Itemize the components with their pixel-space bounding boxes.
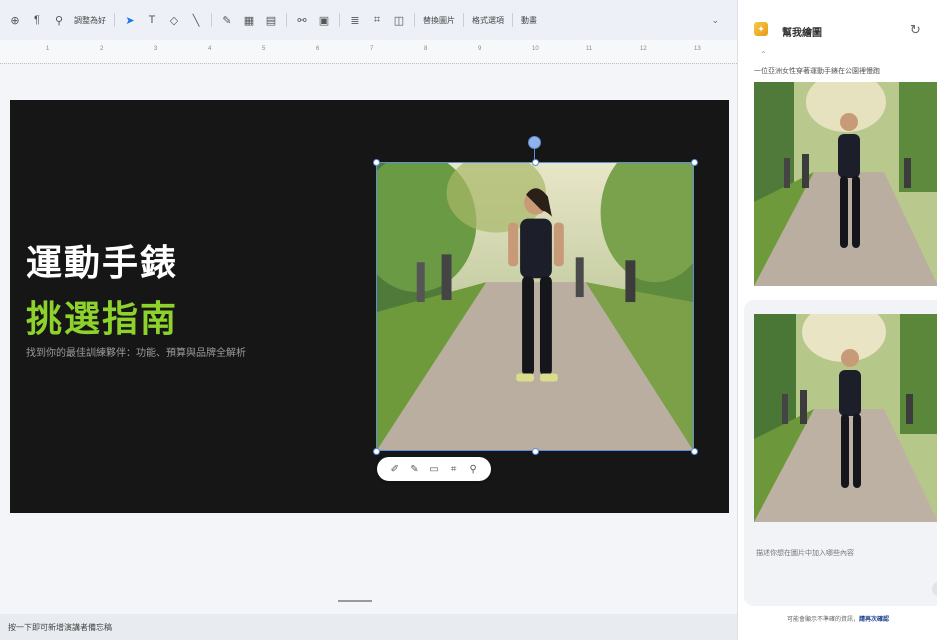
sparkle-icon: ✦: [754, 22, 768, 36]
ruler-tick: 13: [694, 46, 701, 52]
slide-title-line1[interactable]: 運動手錶: [26, 234, 178, 286]
speaker-notes-placeholder: 按一下即可新增演講者備忘稿: [8, 622, 112, 632]
generated-image-1[interactable]: [754, 82, 937, 286]
zoom-icon[interactable]: ⚲: [52, 13, 66, 27]
ruler-tick: 12: [640, 46, 647, 52]
align-icon[interactable]: ≣: [348, 13, 362, 27]
resize-handle-tl[interactable]: [373, 159, 380, 166]
main-toolbar: ⊕ ¶ ⚲ 調整為好 ➤ T ◇ ╲ ✎ ▦ ▤ ⚯ ▣ ≣ ⌗ ◫ 替換圖片 …: [0, 0, 737, 40]
runner-photo: [357, 143, 710, 450]
ruler-tick: 5: [262, 46, 266, 52]
chevron-down-icon[interactable]: ⌄: [711, 15, 719, 26]
ruler-tick: 9: [478, 46, 482, 52]
toolbar-divider: [211, 13, 212, 27]
generated-image-2[interactable]: [754, 314, 937, 522]
prompt-text: 一位亞洲女性穿著運動手錶在公園裡慢跑: [754, 68, 880, 75]
textbox-icon[interactable]: T: [145, 13, 159, 27]
image-action-toolbar: ✐ ✎ ▭ ⌗ ⚲: [377, 457, 491, 481]
table-icon[interactable]: ▤: [264, 13, 278, 27]
speaker-notes[interactable]: 按一下即可新增演講者備忘稿: [0, 614, 737, 640]
runner-thumbnail-2: [754, 314, 937, 522]
pen-icon[interactable]: ✎: [220, 13, 234, 27]
crop-icon[interactable]: ⌗: [370, 13, 384, 27]
crop-icon[interactable]: ⌗: [447, 464, 461, 475]
ruler-tick: 11: [586, 46, 593, 52]
send-button[interactable]: [932, 582, 937, 596]
slide-title-line2[interactable]: 挑選指南: [26, 290, 178, 342]
format-options-button[interactable]: 格式選項: [472, 15, 504, 26]
animation-button[interactable]: 動畫: [521, 15, 537, 26]
edit-icon[interactable]: ✐: [388, 464, 402, 475]
toolbar-divider: [286, 13, 287, 27]
resize-handle-tr[interactable]: [691, 159, 698, 166]
ruler-tick: 1: [46, 46, 50, 52]
replace-icon[interactable]: ▭: [427, 464, 441, 475]
link-icon[interactable]: ⚯: [295, 13, 309, 27]
slide-canvas: 運動手錶 挑選指南 找到你的最佳訓練夥伴：功能、預算與品牌全解析 ✐ ✎ ▭ ⌗…: [0, 64, 737, 640]
selected-image[interactable]: [357, 143, 710, 451]
comment-icon[interactable]: ▣: [317, 13, 331, 27]
help-me-visualize-panel: ✦ 幫我繪圖 ↻ ⌃ 一位亞洲女性穿著運動手錶在公園裡慢跑 描述你想在圖片中加入…: [737, 0, 937, 640]
panel-header: ✦ 幫我繪圖 ↻ ⌃: [738, 0, 937, 60]
disclaimer-link[interactable]: 請再次確認: [859, 617, 889, 623]
ruler-tick: 10: [532, 46, 539, 52]
cursor-icon[interactable]: ➤: [123, 13, 137, 27]
panel-title: 幫我繪圖: [782, 28, 822, 39]
toolbar-divider: [114, 13, 115, 27]
generated-result-card: 描述你想在圖片中加入哪些內容: [744, 300, 937, 606]
pin-icon[interactable]: ⚲: [466, 464, 480, 475]
resize-handle-top[interactable]: [532, 159, 539, 166]
slide-subtitle[interactable]: 找到你的最佳訓練夥伴：功能、預算與品牌全解析: [26, 344, 246, 359]
toolbar-divider: [512, 13, 513, 27]
resize-handle-br[interactable]: [691, 448, 698, 455]
collapse-icon[interactable]: ⌃: [760, 50, 767, 59]
toolbar-divider: [339, 13, 340, 27]
runner-thumbnail-1: [754, 82, 937, 286]
line-icon[interactable]: ╲: [189, 13, 203, 27]
image-icon[interactable]: ▦: [242, 13, 256, 27]
disclaimer-text: 可能會顯示不準確的資訊，: [786, 617, 859, 623]
refresh-icon[interactable]: ↻: [910, 22, 921, 38]
horizontal-ruler[interactable]: 1 2 3 4 5 6 7 8 9 10 11 12 13: [0, 40, 737, 64]
ruler-tick: 4: [208, 46, 212, 52]
replace-image-button[interactable]: 替換圖片: [423, 15, 455, 26]
mask-icon[interactable]: ◫: [392, 13, 406, 27]
brush-icon[interactable]: ✎: [407, 464, 421, 475]
toolbar-divider: [414, 13, 415, 27]
zoom-dropdown[interactable]: 調整為好: [74, 15, 106, 26]
toolbar-divider: [463, 13, 464, 27]
ruler-tick: 8: [424, 46, 428, 52]
slide[interactable]: 運動手錶 挑選指南 找到你的最佳訓練夥伴：功能、預算與品牌全解析 ✐ ✎ ▭ ⌗…: [10, 100, 729, 513]
prompt-input[interactable]: 描述你想在圖片中加入哪些內容: [756, 548, 854, 558]
panel-footer: 可能會顯示不準確的資訊，請再次確認: [738, 614, 937, 623]
resize-handle-bottom[interactable]: [532, 448, 539, 455]
notes-resize-handle[interactable]: [338, 600, 372, 602]
ruler-tick: 2: [100, 46, 104, 52]
ruler-tick: 6: [316, 46, 320, 52]
ruler-tick: 7: [370, 46, 374, 52]
ruler-tick: 3: [154, 46, 158, 52]
resize-handle-bl[interactable]: [373, 448, 380, 455]
add-icon[interactable]: ⊕: [8, 13, 22, 27]
paint-format-icon[interactable]: ¶: [30, 13, 44, 27]
shape-icon[interactable]: ◇: [167, 13, 181, 27]
